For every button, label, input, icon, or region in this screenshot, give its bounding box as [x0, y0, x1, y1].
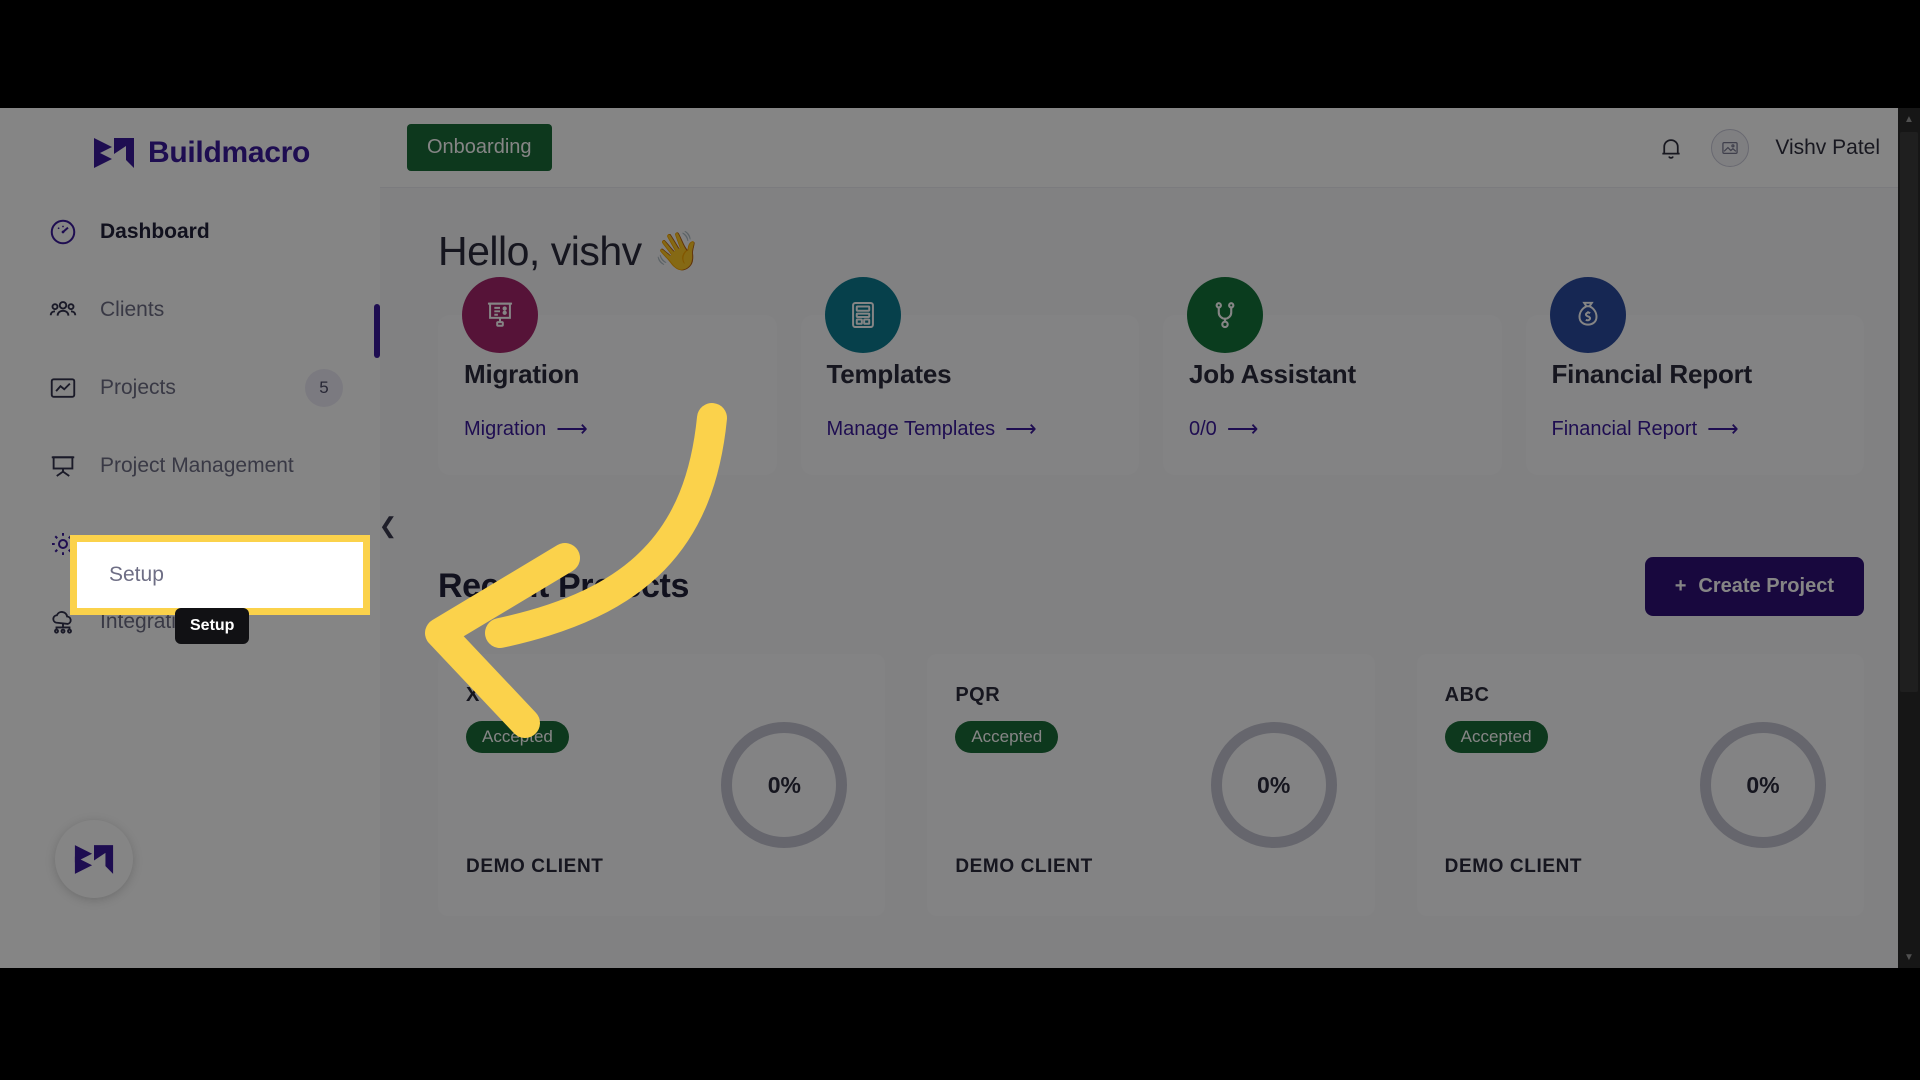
scroll-up-arrow-icon[interactable]: ▲ [1898, 108, 1920, 130]
topbar: Onboarding Vishv Patel [380, 108, 1920, 188]
presentation-chart-icon [462, 277, 538, 353]
tile-templates[interactable]: Templates Manage Templates ⟶ [800, 277, 1140, 475]
sidebar-item-project-management[interactable]: Project Management [0, 442, 380, 490]
buildmacro-m-logo-icon [74, 844, 114, 874]
tab-onboarding[interactable]: Onboarding [407, 124, 552, 171]
tile-link-templates[interactable]: Manage Templates ⟶ [827, 416, 1140, 442]
sidebar-collapse-chevron-left-icon[interactable]: ❮ [375, 513, 401, 539]
create-project-label: Create Project [1698, 575, 1834, 597]
tile-financial-report[interactable]: Financial Report Financial Report ⟶ [1525, 277, 1865, 475]
status-badge: Accepted [955, 721, 1059, 753]
tile-link-migration[interactable]: Migration ⟶ [464, 416, 777, 442]
tile-link-label: Manage Templates [826, 417, 996, 440]
active-indicator-bar [374, 304, 380, 358]
recent-projects-grid: XYZ Accepted 0% DEMO CLIENT PQR Accepted… [438, 654, 1864, 916]
project-card[interactable]: ABC Accepted 0% DEMO CLIENT [1416, 654, 1864, 916]
sidebar-item-label: Dashboard [100, 220, 210, 243]
sidebar-item-projects[interactable]: Projects 5 [0, 364, 380, 412]
setup-tooltip-label: Setup [190, 617, 235, 634]
speedometer-icon [48, 217, 78, 247]
stethoscope-icon [1187, 277, 1263, 353]
tile-link-job-assistant[interactable]: 0/0 ⟶ [1189, 416, 1502, 442]
tile-migration[interactable]: Migration Migration ⟶ [438, 277, 777, 475]
money-bag-icon [1549, 277, 1626, 353]
calculator-icon [824, 277, 901, 353]
setup-highlight-label: Setup [109, 563, 164, 586]
progress-ring: 0% [1699, 722, 1826, 848]
tile-job-assistant[interactable]: Job Assistant 0/0 ⟶ [1163, 277, 1502, 475]
progress-ring: 0% [1210, 722, 1337, 848]
tile-title: Templates [826, 359, 952, 389]
sidebar-item-label: Clients [100, 298, 165, 321]
project-card[interactable]: XYZ Accepted 0% DEMO CLIENT [438, 654, 886, 916]
recent-projects-header: Recent Projects + Create Project [438, 557, 1864, 616]
dashboard-content: Hello, vishv 👋 Migration Migration ⟶ Tem… [380, 188, 1920, 916]
tile-link-financial-report[interactable]: Financial Report ⟶ [1552, 416, 1865, 442]
sidebar-item-label: Projects [100, 376, 176, 399]
plus-icon: + [1674, 575, 1687, 597]
tile-link-label: Migration [464, 417, 547, 440]
people-group-icon [48, 295, 78, 325]
setup-highlight-box[interactable]: Setup [70, 535, 370, 615]
arrow-right-icon: ⟶ [1707, 416, 1739, 441]
projects-count-badge: 5 [305, 369, 343, 407]
progress-value: 0% [1257, 771, 1291, 798]
scroll-down-arrow-icon[interactable]: ▼ [1898, 946, 1920, 968]
tile-link-label: 0/0 [1189, 417, 1217, 440]
bell-icon[interactable] [1657, 133, 1685, 163]
main-area: Onboarding Vishv Patel Hello, vishv 👋 Mi… [380, 108, 1920, 968]
buildmacro-m-logo-icon [92, 136, 136, 170]
project-name: PQR [955, 684, 1001, 706]
scrollbar-thumb[interactable] [1900, 132, 1918, 692]
greeting-text: Hello, vishv [438, 228, 642, 274]
status-badge: Accepted [466, 721, 569, 753]
tile-title: Migration [464, 359, 580, 389]
progress-ring: 0% [721, 722, 848, 848]
topbar-right: Vishv Patel [1657, 108, 1880, 188]
waving-hand-icon: 👋 [653, 230, 701, 273]
quick-action-tiles: Migration Migration ⟶ Templates Manage T… [438, 277, 1865, 475]
status-badge: Accepted [1444, 721, 1548, 753]
arrow-right-icon: ⟶ [1005, 416, 1037, 441]
sidebar-item-clients[interactable]: Clients [0, 286, 380, 334]
sidebar-item-label: Project Management [100, 454, 294, 477]
project-name: ABC [1444, 684, 1490, 706]
project-client: DEMO CLIENT [466, 856, 604, 877]
brand: Buildmacro [0, 108, 380, 170]
chart-box-icon [48, 373, 78, 403]
arrow-right-icon: ⟶ [556, 416, 588, 441]
user-name: Vishv Patel [1775, 136, 1880, 159]
presentation-board-icon [48, 451, 78, 481]
setup-tooltip: Setup [175, 608, 250, 644]
progress-value: 0% [767, 771, 801, 798]
progress-value: 0% [1746, 771, 1780, 798]
project-client: DEMO CLIENT [1444, 856, 1583, 877]
project-card[interactable]: PQR Accepted 0% DEMO CLIENT [927, 654, 1375, 916]
vertical-scrollbar[interactable]: ▲ ▼ [1898, 108, 1920, 968]
sidebar-item-dashboard[interactable]: Dashboard [0, 208, 380, 256]
page-title: Hello, vishv 👋 [438, 228, 1864, 275]
recent-projects-title: Recent Projects [438, 567, 689, 605]
brand-name: Buildmacro [148, 136, 311, 169]
avatar[interactable] [1711, 129, 1750, 167]
tile-link-label: Financial Report [1551, 417, 1698, 440]
project-client: DEMO CLIENT [955, 856, 1093, 877]
tile-title: Job Assistant [1189, 359, 1356, 389]
project-name: XYZ [466, 684, 507, 706]
sidebar-bottom-logo[interactable] [55, 820, 133, 898]
create-project-button[interactable]: + Create Project [1644, 557, 1864, 616]
arrow-right-icon: ⟶ [1226, 416, 1259, 441]
tile-title: Financial Report [1551, 359, 1753, 389]
